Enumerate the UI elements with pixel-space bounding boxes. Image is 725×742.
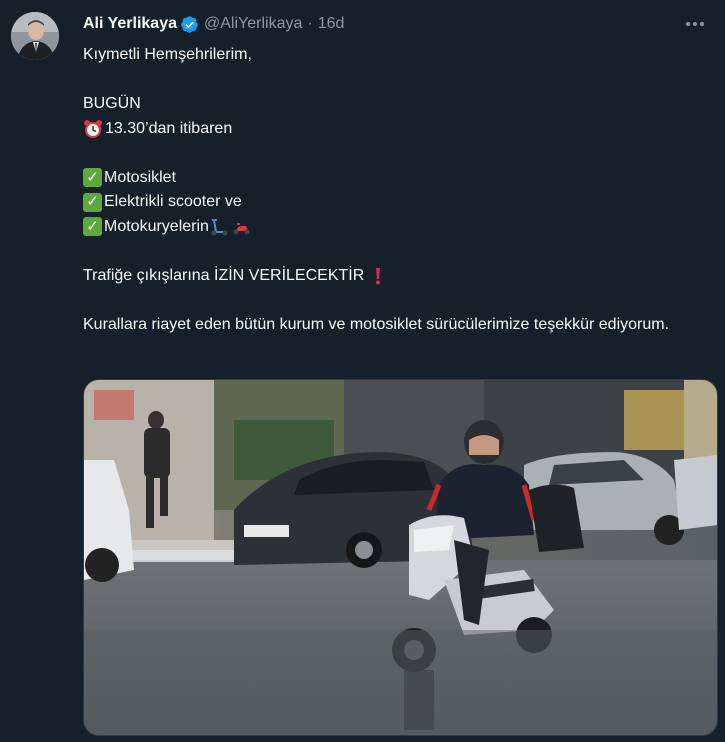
author-name[interactable]: Ali Yerlikaya <box>83 15 177 33</box>
avatar-photo <box>11 12 59 60</box>
list-item-motosiklet: Motosiklet <box>104 168 177 186</box>
traffic-text: Trafiğe çıkışlarına <box>83 266 215 284</box>
kick-scooter-icon <box>209 217 229 237</box>
red-exclamation-icon <box>368 266 388 286</box>
avatar[interactable] <box>11 12 59 60</box>
today-text: BUGÜN <box>83 95 141 112</box>
tweet-text: Kıymetli Hemşehrilerim, BUGÜN 13.30’dan … <box>83 43 713 337</box>
tweet-header: Ali Yerlikaya @AliYerlikaya · 16d <box>83 12 344 36</box>
list-item-scooter: Elektrikli scooter ve <box>104 193 242 210</box>
separator-dot: · <box>307 15 313 32</box>
scooter-rider-photo <box>84 380 717 735</box>
traffic-bold-text: İZİN VERİLECEKTİR <box>214 266 365 284</box>
thanks-text: Kurallara riayet eden bütün kurum ve mot… <box>83 315 670 333</box>
timestamp[interactable]: 16d <box>318 15 345 33</box>
time-text: 13.30’dan itibaren <box>105 119 233 137</box>
tweet-photo[interactable] <box>83 379 718 736</box>
alarm-clock-icon <box>83 119 103 139</box>
check-mark-icon: ✓ <box>83 217 102 237</box>
motor-scooter-icon <box>231 217 251 237</box>
verified-badge-icon <box>180 15 199 34</box>
tweet[interactable]: Ali Yerlikaya @AliYerlikaya · 16d Kıymet… <box>0 0 725 742</box>
check-mark-icon: ✓ <box>83 168 102 188</box>
greeting-text: Kıymetli Hemşehrilerim, <box>83 46 252 63</box>
list-item-motokurye: Motokuryelerin <box>104 217 209 235</box>
more-options-icon[interactable] <box>684 14 706 34</box>
author-handle[interactable]: @AliYerlikaya <box>204 15 302 33</box>
check-mark-icon: ✓ <box>83 192 102 212</box>
